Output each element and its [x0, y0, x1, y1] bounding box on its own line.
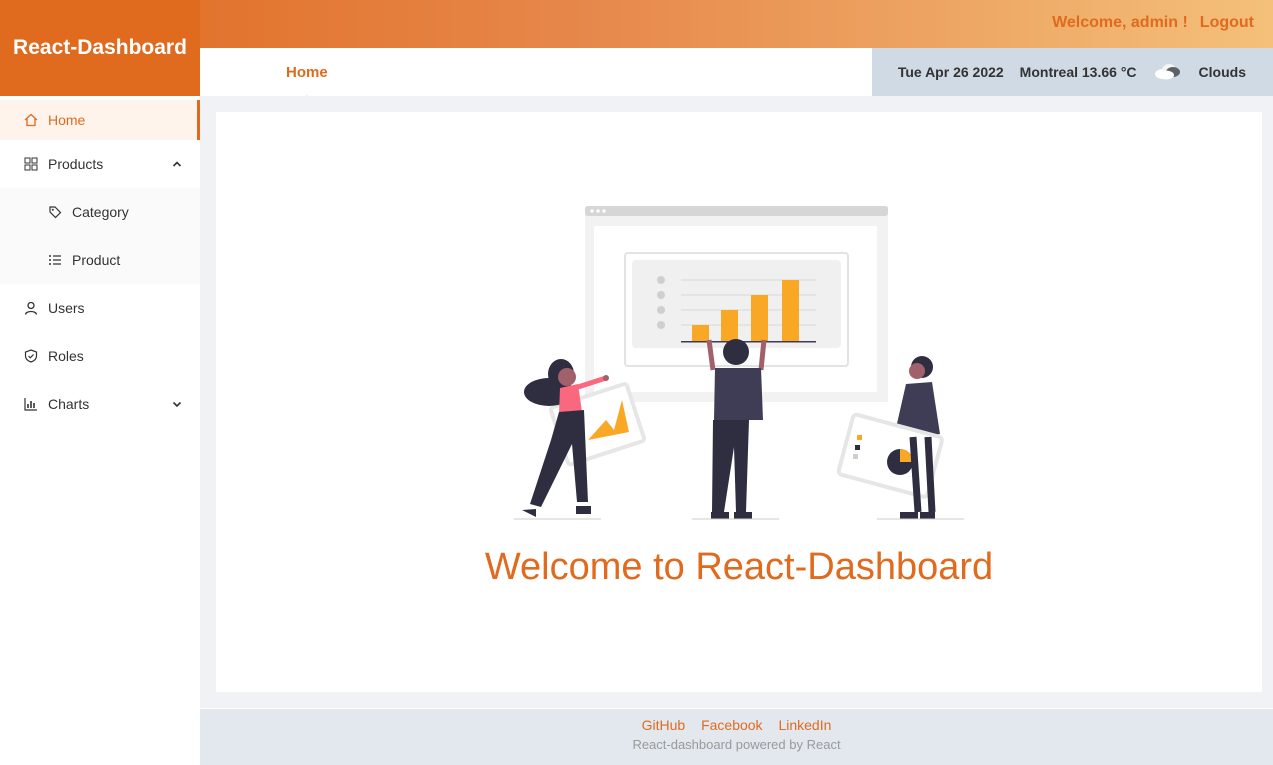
weather-panel: Tue Apr 26 2022 Montreal 13.66 °C Clouds: [872, 48, 1273, 96]
welcome-card: Welcome to React-Dashboard: [216, 112, 1262, 692]
sidebar-item-label: Roles: [48, 348, 84, 364]
sidebar: Home Products Category Product Users Rol…: [0, 96, 200, 765]
footer-copyright: React-dashboard powered by React: [632, 737, 841, 752]
sidebar-item-label: Products: [48, 156, 104, 172]
user-icon: [24, 301, 38, 315]
sidebar-item-category[interactable]: Category: [0, 188, 200, 236]
sidebar-item-label: Users: [48, 300, 85, 316]
shield-icon: [24, 349, 38, 363]
logout-link[interactable]: Logout: [1200, 14, 1254, 32]
sidebar-item-label: Charts: [48, 396, 90, 412]
chevron-up-icon[interactable]: [172, 156, 182, 172]
bar-chart-icon: [24, 397, 38, 411]
weather-description: Clouds: [1198, 64, 1246, 80]
welcome-heading: Welcome to React-Dashboard: [484, 546, 994, 588]
chevron-down-icon[interactable]: [172, 396, 182, 412]
home-icon: [24, 113, 38, 127]
grid-icon: [24, 157, 38, 171]
sidebar-item-users[interactable]: Users: [0, 284, 200, 332]
sidebar-item-label: Home: [48, 112, 86, 128]
welcome-text: Welcome, admin !: [1052, 14, 1188, 31]
linkedin-link[interactable]: LinkedIn: [778, 717, 831, 733]
cloud-icon: [1153, 61, 1183, 84]
header: Home Tue Apr 26 2022 Montreal 13.66 °C C…: [200, 48, 1273, 104]
facebook-link[interactable]: Facebook: [701, 717, 762, 733]
list-icon: [48, 253, 62, 267]
sidebar-item-home[interactable]: Home: [0, 100, 200, 140]
tab-home[interactable]: Home: [286, 64, 328, 81]
current-date: Tue Apr 26 2022: [897, 64, 1004, 80]
footer-links: GitHub Facebook LinkedIn: [200, 717, 1273, 733]
app-logo[interactable]: React-Dashboard: [0, 0, 200, 96]
user-menu: Welcome, admin ! Logout: [1052, 14, 1254, 32]
sidebar-item-product[interactable]: Product: [0, 236, 200, 284]
sidebar-item-label: Category: [72, 204, 129, 220]
sidebar-item-label: Product: [72, 252, 121, 268]
tag-icon: [48, 205, 62, 219]
sidebar-item-products[interactable]: Products: [0, 140, 200, 188]
sidebar-item-roles[interactable]: Roles: [0, 332, 200, 380]
dashboard-illustration: [514, 206, 964, 520]
footer: GitHub Facebook LinkedIn React-dashboard…: [200, 709, 1273, 765]
sidebar-item-charts[interactable]: Charts: [0, 380, 200, 428]
github-link[interactable]: GitHub: [642, 717, 686, 733]
weather-location: Montreal 13.66 °C: [1019, 64, 1137, 80]
